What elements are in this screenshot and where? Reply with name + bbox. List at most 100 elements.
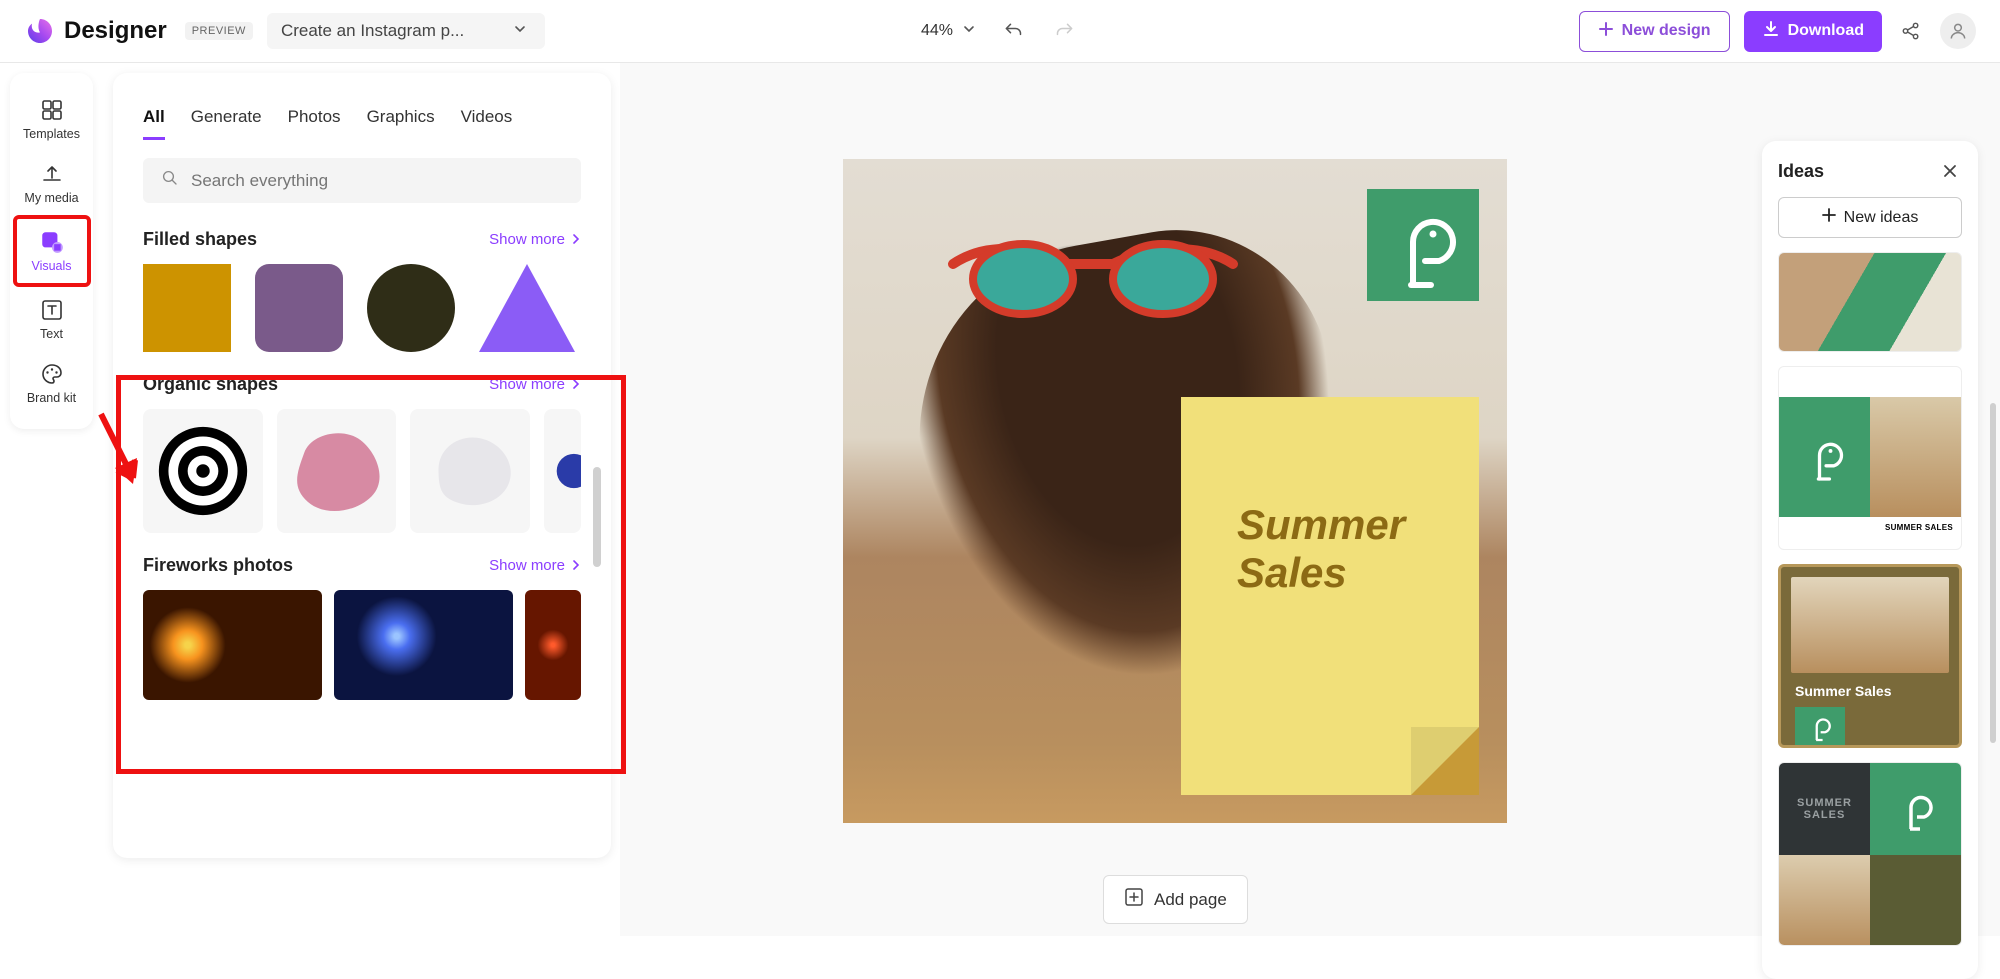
share-button[interactable] <box>1896 16 1926 46</box>
canvas-bird-logo[interactable] <box>1367 189 1479 301</box>
text-icon <box>39 297 65 323</box>
show-more-label: Show more <box>489 376 565 393</box>
show-more-label: Show more <box>489 557 565 574</box>
ideas-close-button[interactable] <box>1938 159 1962 183</box>
idea4-line1: SUMMER <box>1797 797 1852 809</box>
artboard[interactable]: Summer Sales <box>843 159 1507 823</box>
rail-brand-kit-label: Brand kit <box>27 391 76 405</box>
canvas-sunglasses <box>943 219 1243 339</box>
rail-templates-label: Templates <box>23 127 80 141</box>
idea-card-3[interactable]: Summer Sales <box>1778 564 1962 748</box>
shape-triangle[interactable] <box>479 264 575 352</box>
shape-circle[interactable] <box>367 264 455 352</box>
chevron-right-icon <box>571 557 581 574</box>
palette-icon <box>39 361 65 387</box>
designer-logo-icon <box>24 15 56 47</box>
tab-photos[interactable]: Photos <box>288 107 341 140</box>
templates-icon <box>39 97 65 123</box>
filled-shapes-row <box>143 264 581 352</box>
fireworks-show-more[interactable]: Show more <box>489 557 581 574</box>
chevron-right-icon <box>571 231 581 248</box>
new-design-label: New design <box>1622 22 1711 40</box>
new-design-button[interactable]: New design <box>1579 11 1730 52</box>
organic-shape-pink-blob[interactable] <box>277 409 397 533</box>
filled-shapes-title: Filled shapes <box>143 229 257 250</box>
logo-area: Designer PREVIEW <box>24 15 253 47</box>
tab-videos[interactable]: Videos <box>461 107 513 140</box>
ideas-header: Ideas <box>1778 159 1962 183</box>
rail-brand-kit[interactable]: Brand kit <box>13 351 91 415</box>
doc-type-label: Create an Instagram p... <box>281 21 464 41</box>
fireworks-photo-1[interactable] <box>143 590 322 700</box>
filled-shapes-header: Filled shapes Show more <box>143 229 581 250</box>
tab-graphics[interactable]: Graphics <box>367 107 435 140</box>
organic-shape-target[interactable] <box>143 409 263 533</box>
chevron-down-icon <box>514 22 526 40</box>
profile-avatar[interactable] <box>1940 13 1976 49</box>
rail-text[interactable]: Text <box>13 287 91 351</box>
brand-name: Designer <box>64 17 167 45</box>
zoom-value: 44% <box>921 22 953 40</box>
organic-shapes-title: Organic shapes <box>143 374 278 395</box>
new-ideas-button[interactable]: New ideas <box>1778 197 1962 238</box>
visuals-icon <box>39 229 65 255</box>
fireworks-photo-2[interactable] <box>334 590 513 700</box>
download-icon <box>1762 20 1780 43</box>
plus-icon <box>1822 208 1836 227</box>
search-box[interactable] <box>143 158 581 203</box>
preview-badge: PREVIEW <box>185 22 253 40</box>
organic-shape-gray-blob[interactable] <box>410 409 530 533</box>
shape-rounded-square[interactable] <box>255 264 343 352</box>
tab-all[interactable]: All <box>143 107 165 140</box>
organic-shapes-row <box>143 409 581 533</box>
rail-my-media[interactable]: My media <box>13 151 91 215</box>
organic-shape-blue-partial[interactable] <box>544 409 581 533</box>
top-header: Designer PREVIEW Create an Instagram p..… <box>0 0 2000 63</box>
zoom-select[interactable]: 44% <box>921 22 975 40</box>
rail-visuals[interactable]: Visuals <box>13 215 91 287</box>
rail-text-label: Text <box>40 327 63 341</box>
ideas-panel: Ideas New ideas SUMMER SALES Summer Sale… <box>1762 141 1978 979</box>
left-rail: Templates My media Visuals Text <box>0 63 103 936</box>
idea4-line2: SALES <box>1804 809 1846 821</box>
redo-button[interactable] <box>1051 17 1079 45</box>
rail-my-media-label: My media <box>24 191 78 205</box>
shape-square[interactable] <box>143 264 231 352</box>
download-button[interactable]: Download <box>1744 11 1882 52</box>
main-area: Templates My media Visuals Text <box>0 63 2000 936</box>
idea3-caption: Summer Sales <box>1781 683 1959 707</box>
fireworks-header: Fireworks photos Show more <box>143 555 581 576</box>
page-scrollbar[interactable] <box>1990 403 1996 743</box>
filled-shapes-show-more[interactable]: Show more <box>489 231 581 248</box>
visuals-panel: All Generate Photos Graphics Videos Fill… <box>113 73 611 858</box>
new-ideas-label: New ideas <box>1844 209 1919 227</box>
search-input[interactable] <box>191 171 563 191</box>
plus-square-icon <box>1124 887 1144 912</box>
organic-shapes-show-more[interactable]: Show more <box>489 376 581 393</box>
sticky-fold-shadow <box>1411 727 1479 795</box>
header-right: New design Download <box>1579 11 1976 52</box>
plus-icon <box>1598 21 1614 42</box>
fireworks-photo-3[interactable] <box>525 590 581 700</box>
rail-templates[interactable]: Templates <box>13 87 91 151</box>
doc-type-select[interactable]: Create an Instagram p... <box>267 13 545 49</box>
undo-button[interactable] <box>999 17 1027 45</box>
panel-scrollbar[interactable] <box>593 467 601 567</box>
idea2-caption: SUMMER SALES <box>1779 517 1961 532</box>
download-label: Download <box>1788 22 1864 40</box>
zoom-history-group: 44% <box>921 17 1079 45</box>
organic-shapes-header: Organic shapes Show more <box>143 374 581 395</box>
idea-card-4[interactable]: SUMMER SALES <box>1778 762 1962 946</box>
add-page-button[interactable]: Add page <box>1103 875 1248 924</box>
chevron-down-icon <box>963 22 975 40</box>
idea-card-2[interactable]: SUMMER SALES <box>1778 366 1962 550</box>
canvas-sticky-note[interactable]: Summer Sales <box>1181 397 1479 795</box>
sticky-line2: Sales <box>1237 549 1405 597</box>
idea-card-1[interactable] <box>1778 252 1962 352</box>
chevron-right-icon <box>571 376 581 393</box>
fireworks-title: Fireworks photos <box>143 555 293 576</box>
ideas-title: Ideas <box>1778 161 1824 182</box>
rail-visuals-label: Visuals <box>31 259 71 273</box>
tab-generate[interactable]: Generate <box>191 107 262 140</box>
sticky-text: Summer Sales <box>1237 501 1405 598</box>
